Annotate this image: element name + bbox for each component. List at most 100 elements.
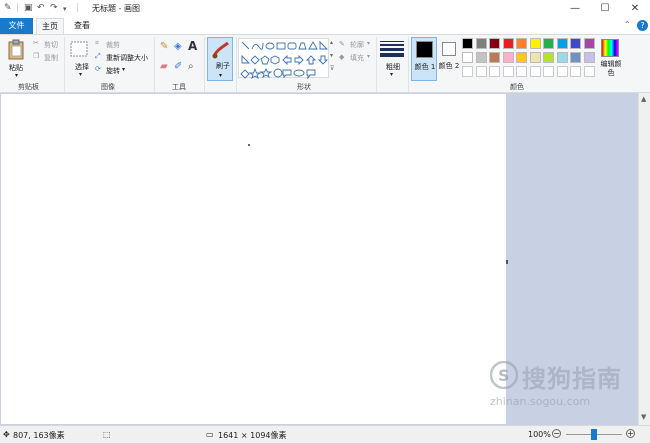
close-button[interactable]: ✕ — [620, 0, 650, 18]
color2-button[interactable]: 颜色 2 — [438, 37, 460, 81]
shapes-expand-icon[interactable]: ⊽ — [330, 65, 334, 72]
custom-color-slot[interactable] — [462, 66, 473, 77]
shapes-gallery[interactable] — [238, 38, 329, 80]
palette-swatch[interactable] — [543, 52, 554, 63]
fill-dropdown-icon[interactable]: ▾ — [367, 53, 370, 60]
eraser-icon[interactable]: ▰ — [160, 61, 168, 72]
fill-button[interactable]: 填充 — [350, 53, 364, 63]
redo-icon[interactable]: ↷ — [50, 3, 58, 13]
palette-swatch[interactable] — [556, 38, 568, 49]
rotate-button[interactable]: 旋转 — [106, 66, 120, 76]
size-dropdown-icon[interactable]: ▾ — [390, 71, 393, 78]
palette-swatch[interactable] — [583, 52, 595, 63]
palette-swatch[interactable] — [543, 38, 554, 49]
tab-file[interactable]: 文件 — [0, 18, 33, 34]
custom-color-slot[interactable] — [489, 66, 500, 77]
custom-color-slot[interactable] — [583, 66, 595, 77]
shapes-scroll-up-icon[interactable]: ▴ — [330, 39, 333, 46]
outline-button[interactable]: 轮廓 — [350, 40, 364, 50]
palette-swatch[interactable] — [502, 38, 514, 49]
rotate-dropdown-icon[interactable]: ▾ — [122, 66, 125, 73]
scroll-up-icon[interactable]: ▲ — [641, 95, 646, 103]
text-tool-icon[interactable]: A — [188, 39, 197, 53]
palette-swatch[interactable] — [516, 52, 527, 63]
canvas-size-icon: ▭ — [206, 430, 214, 439]
copy-button[interactable]: 复制 — [44, 53, 58, 63]
canvas-size: 1641 × 1094像素 — [218, 431, 287, 440]
save-icon[interactable]: ▣ — [24, 3, 33, 13]
help-icon[interactable]: ? — [637, 20, 648, 31]
color1-button[interactable]: 颜色 1 — [411, 37, 437, 81]
fill-bucket-icon[interactable]: ◈ — [174, 41, 182, 52]
palette-swatch[interactable] — [489, 52, 500, 63]
ribbon-divider — [64, 37, 65, 92]
palette-swatch[interactable] — [556, 52, 568, 63]
pencil-icon[interactable]: ✎ — [160, 41, 168, 52]
minimize-button[interactable]: — — [560, 0, 590, 18]
undo-icon[interactable]: ↶ — [37, 3, 45, 13]
drawing-canvas[interactable] — [1, 94, 506, 424]
cursor-position-icon: ✥ — [3, 430, 10, 439]
select-icon[interactable] — [70, 41, 88, 57]
palette-swatch[interactable] — [475, 52, 487, 63]
color2-label: 颜色 2 — [438, 62, 460, 70]
paste-icon[interactable] — [7, 39, 27, 61]
shapes-group-label: 形状 — [297, 83, 311, 91]
palette-swatch[interactable] — [475, 38, 487, 49]
cut-button[interactable]: 剪切 — [44, 40, 58, 50]
size-icon — [380, 39, 404, 59]
custom-color-slot[interactable] — [529, 66, 541, 77]
palette-swatch[interactable] — [570, 52, 581, 63]
paint-app-icon: ✎ — [4, 3, 12, 13]
palette-swatch[interactable] — [583, 38, 595, 49]
cut-icon: ✂ — [33, 39, 39, 47]
palette-swatch[interactable] — [489, 38, 500, 49]
collapse-ribbon-icon[interactable]: ⌃ — [624, 20, 631, 29]
maximize-button[interactable]: ☐ — [590, 0, 620, 18]
shapes-icons — [240, 40, 329, 80]
ribbon-divider — [408, 37, 409, 92]
palette-swatch[interactable] — [462, 38, 473, 49]
edit-colors-button[interactable]: 编辑颜色 — [600, 60, 622, 78]
rotate-icon: ⟳ — [95, 65, 101, 73]
paste-dropdown-icon[interactable]: ▾ — [15, 72, 18, 79]
color1-label: 颜色 1 — [414, 63, 436, 71]
scroll-down-icon[interactable]: ▼ — [641, 413, 646, 421]
magnifier-icon[interactable]: ⌕ — [188, 61, 194, 72]
select-dropdown-icon[interactable]: ▾ — [79, 71, 82, 78]
zoom-out-button[interactable]: − — [552, 429, 561, 438]
tab-view[interactable]: 查看 — [68, 18, 96, 34]
crop-button[interactable]: 裁剪 — [106, 40, 120, 50]
zoom-slider-thumb[interactable] — [591, 429, 597, 440]
shapes-scroll-down-icon[interactable]: ▾ — [330, 52, 333, 59]
title-bar: ✎ | ▣ ↶ ↷ ▾ | 无标题 - 画图 — ☐ ✕ — [0, 0, 650, 18]
custom-color-slot[interactable] — [502, 66, 514, 77]
copy-icon: ❐ — [33, 52, 40, 60]
custom-color-slot[interactable] — [475, 66, 487, 77]
palette-swatch[interactable] — [502, 52, 514, 63]
custom-color-slot[interactable] — [516, 66, 527, 77]
crop-icon: ⌗ — [95, 39, 99, 47]
zoom-in-button[interactable]: + — [626, 429, 635, 438]
palette-swatch[interactable] — [570, 38, 581, 49]
palette-swatch[interactable] — [516, 38, 527, 49]
brushes-label: 刷子 — [216, 62, 230, 70]
color-picker-icon[interactable]: ✐ — [174, 61, 182, 72]
tab-home[interactable]: 主页 — [36, 18, 64, 34]
customize-qa-icon[interactable]: ▾ — [63, 5, 67, 13]
brushes-button[interactable]: 刷子 ▾ — [207, 37, 233, 81]
outline-dropdown-icon[interactable]: ▾ — [367, 40, 370, 47]
palette-swatch[interactable] — [529, 38, 541, 49]
custom-color-slot[interactable] — [556, 66, 568, 77]
resize-button[interactable]: 重新调整大小 — [106, 53, 148, 63]
canvas-resize-handle-right[interactable] — [506, 260, 508, 264]
palette-swatch[interactable] — [529, 52, 541, 63]
canvas-cursor-dot — [248, 144, 250, 146]
edit-colors-icon[interactable] — [601, 39, 619, 57]
palette-swatch[interactable] — [462, 52, 473, 63]
custom-color-slot[interactable] — [570, 66, 581, 77]
qa-separator: | — [16, 3, 20, 13]
custom-color-slot[interactable] — [543, 66, 554, 77]
ribbon-divider — [236, 37, 237, 92]
vertical-scrollbar[interactable]: ▲ ▼ — [638, 93, 650, 425]
